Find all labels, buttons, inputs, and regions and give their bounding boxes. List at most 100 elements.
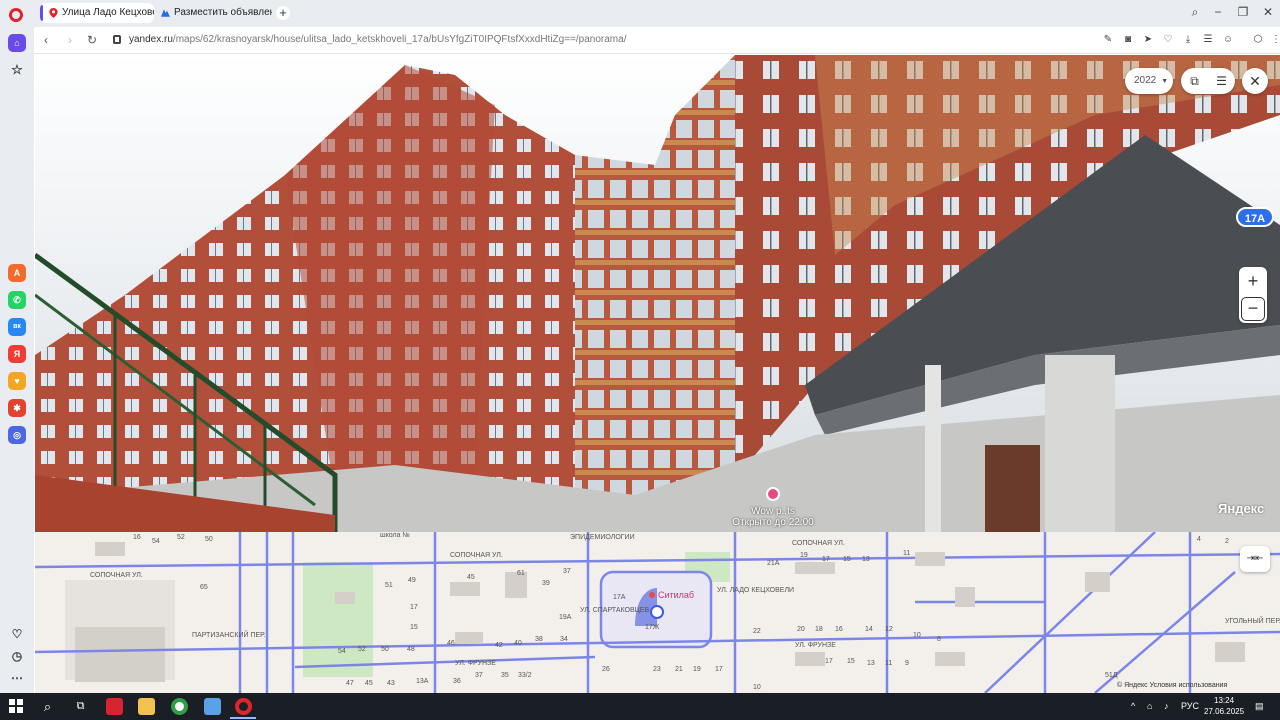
map-label: 48 <box>407 646 415 653</box>
map-label: 15 <box>847 658 855 665</box>
close-window-icon[interactable]: ✕ <box>1260 5 1276 19</box>
house-number-badge[interactable]: 17А <box>1236 207 1274 227</box>
screen: Улица Ладо Кецховели 17а, Красноярск Раз… <box>0 0 1280 720</box>
map-label: 49 <box>408 577 416 584</box>
search-icon[interactable]: ⌕ <box>1187 5 1203 20</box>
reload-icon[interactable]: ↻ <box>85 33 99 47</box>
map-label: 50 <box>381 646 389 653</box>
map-label: СОПОЧНАЯ УЛ. <box>90 572 143 579</box>
ya-app-icon[interactable]: ✱ <box>8 399 26 417</box>
map-label: 19А <box>559 614 572 621</box>
avito-icon <box>161 9 170 17</box>
map-pin-icon <box>49 8 58 18</box>
panorama-image <box>35 55 1280 532</box>
tab-active[interactable]: Улица Ладо Кецховели 17а, Красноярск <box>40 3 154 23</box>
opera-taskbar-icon[interactable] <box>235 698 252 715</box>
heart-app-icon[interactable]: ♥ <box>8 372 26 390</box>
app-bird-icon[interactable] <box>204 698 221 715</box>
year-select[interactable]: 2022 ▼ <box>1125 68 1173 94</box>
map-label: школа № <box>380 532 410 539</box>
profile-icon[interactable]: ☺ <box>1222 34 1234 46</box>
layers-icon[interactable]: ☰ <box>1208 68 1235 94</box>
map-label: 23 <box>653 666 661 673</box>
map-label: УГОЛЬНЫЙ ПЕР. <box>1225 618 1280 625</box>
map-label: СОПОЧНАЯ УЛ. <box>450 552 503 559</box>
more-icon[interactable]: ⋯ <box>8 669 26 687</box>
download-icon[interactable]: ⤓ <box>1182 34 1194 46</box>
map-label: УЛ. ФРУНЗЕ <box>795 642 836 649</box>
map-label: 51Д <box>1105 672 1118 679</box>
map-poi-label[interactable]: Ситилаб <box>649 590 694 600</box>
tray-chevron-icon[interactable]: ^ <box>1131 701 1135 711</box>
vk-icon[interactable]: вк <box>8 318 26 336</box>
send-icon[interactable]: ➤ <box>1142 34 1154 46</box>
heart-icon[interactable]: ♡ <box>8 625 26 643</box>
task-view-icon[interactable]: ⧉ <box>72 698 89 715</box>
forward-icon[interactable]: › <box>63 33 77 47</box>
tab-bar: Улица Ладо Кецховели 17а, Красноярск Раз… <box>0 0 1280 27</box>
map-label: 21А <box>767 560 780 567</box>
map-label: 46 <box>447 640 455 647</box>
map-label: 13 <box>867 660 875 667</box>
street-panorama[interactable]: 2022 ▼ ⧉ ☰ ✕ 17А + − Wow p..ts Открыто до… <box>35 55 1280 532</box>
file-explorer-icon[interactable] <box>138 698 155 715</box>
map-label: 38 <box>535 636 543 643</box>
collapse-map-button[interactable]: ⇥⇤ <box>1240 546 1270 572</box>
map-label: 13А <box>416 678 429 685</box>
panorama-poi[interactable]: Wow p..ts Открыто до 22:00 <box>718 487 828 528</box>
opera-logo-icon[interactable] <box>9 8 23 22</box>
notifications-icon[interactable]: ▤ <box>1255 701 1264 712</box>
map-label: 8 <box>937 636 941 643</box>
whatsapp-icon[interactable]: ✆ <box>8 291 26 309</box>
close-panorama-button[interactable]: ✕ <box>1242 68 1268 94</box>
url-field[interactable]: yandex.ru/maps/62/krasnoyarsk/house/ulit… <box>129 34 626 45</box>
map-label: 10 <box>753 684 761 691</box>
home-icon[interactable]: ⌂ <box>8 34 26 52</box>
menu-lines-icon[interactable]: ☰ <box>1202 34 1214 46</box>
app-red-icon[interactable] <box>106 698 123 715</box>
caret-down-icon: ▼ <box>1161 78 1169 85</box>
volume-icon[interactable]: ♪ <box>1164 701 1169 711</box>
map-label: 16 <box>133 534 141 541</box>
poi-hours: Открыто до 22:00 <box>732 517 814 528</box>
minimize-icon[interactable]: − <box>1210 5 1226 19</box>
edit-icon[interactable]: ✎ <box>1102 34 1114 46</box>
tab-inactive[interactable]: Разместить объявление <box>152 3 272 23</box>
map-label: 16 <box>835 626 843 633</box>
map-copyright[interactable]: © Яндекс Условия использования <box>1117 682 1227 689</box>
windows-start-icon[interactable] <box>8 698 24 715</box>
map-label: 35 <box>501 672 509 679</box>
mini-map[interactable]: Ситилаб школа № ЭПИДЕМИОЛОГИИ СОПОЧНАЯ УЛ.… <box>35 532 1280 693</box>
restore-icon[interactable]: ❐ <box>1235 5 1251 19</box>
map-label: 10 <box>913 632 921 639</box>
aria-icon[interactable]: A <box>8 264 26 282</box>
open-external-icon[interactable]: ⧉ <box>1181 68 1208 94</box>
chrome-icon[interactable] <box>171 698 188 715</box>
zoom-control: + − <box>1239 267 1267 323</box>
zoom-in-button[interactable]: + <box>1239 267 1267 295</box>
extensions-icon[interactable]: ⬡ <box>1252 34 1264 46</box>
history-icon[interactable]: ◷ <box>8 647 26 665</box>
menu-vertical-icon[interactable]: ⋮ <box>1270 34 1280 46</box>
zoom-out-button[interactable]: − <box>1241 297 1265 321</box>
map-label: 17 <box>825 658 833 665</box>
language-indicator[interactable]: РУС <box>1181 701 1199 711</box>
network-icon[interactable]: ⌂ <box>1147 701 1152 711</box>
map-label: 45 <box>365 680 373 687</box>
star-icon[interactable]: ☆ <box>8 61 26 79</box>
map-label: 50 <box>205 536 213 543</box>
disk-icon[interactable]: ◎ <box>8 426 26 444</box>
taskbar-search-icon[interactable]: ⌕ <box>39 698 56 715</box>
new-tab-button[interactable]: + <box>276 6 290 20</box>
heart-outline-icon[interactable]: ♡ <box>1162 34 1174 46</box>
map-label: 61 <box>517 570 525 577</box>
yandex-icon[interactable]: Я <box>8 345 26 363</box>
taskbar-clock[interactable]: 13:24 27.06.2025 <box>1204 695 1244 717</box>
back-icon[interactable]: ‹ <box>39 33 53 47</box>
map-label: 37 <box>563 568 571 575</box>
map-label: 52 <box>358 646 366 653</box>
windows-taskbar: ⌕ ⧉ ^ ⌂ ♪ РУС 13:24 27.06.2025 ▤ <box>0 693 1280 720</box>
tab-title: Улица Ладо Кецховели 17а, Красноярск <box>62 7 154 18</box>
camera-icon[interactable]: ◙ <box>1122 34 1134 46</box>
map-label: 45 <box>467 574 475 581</box>
